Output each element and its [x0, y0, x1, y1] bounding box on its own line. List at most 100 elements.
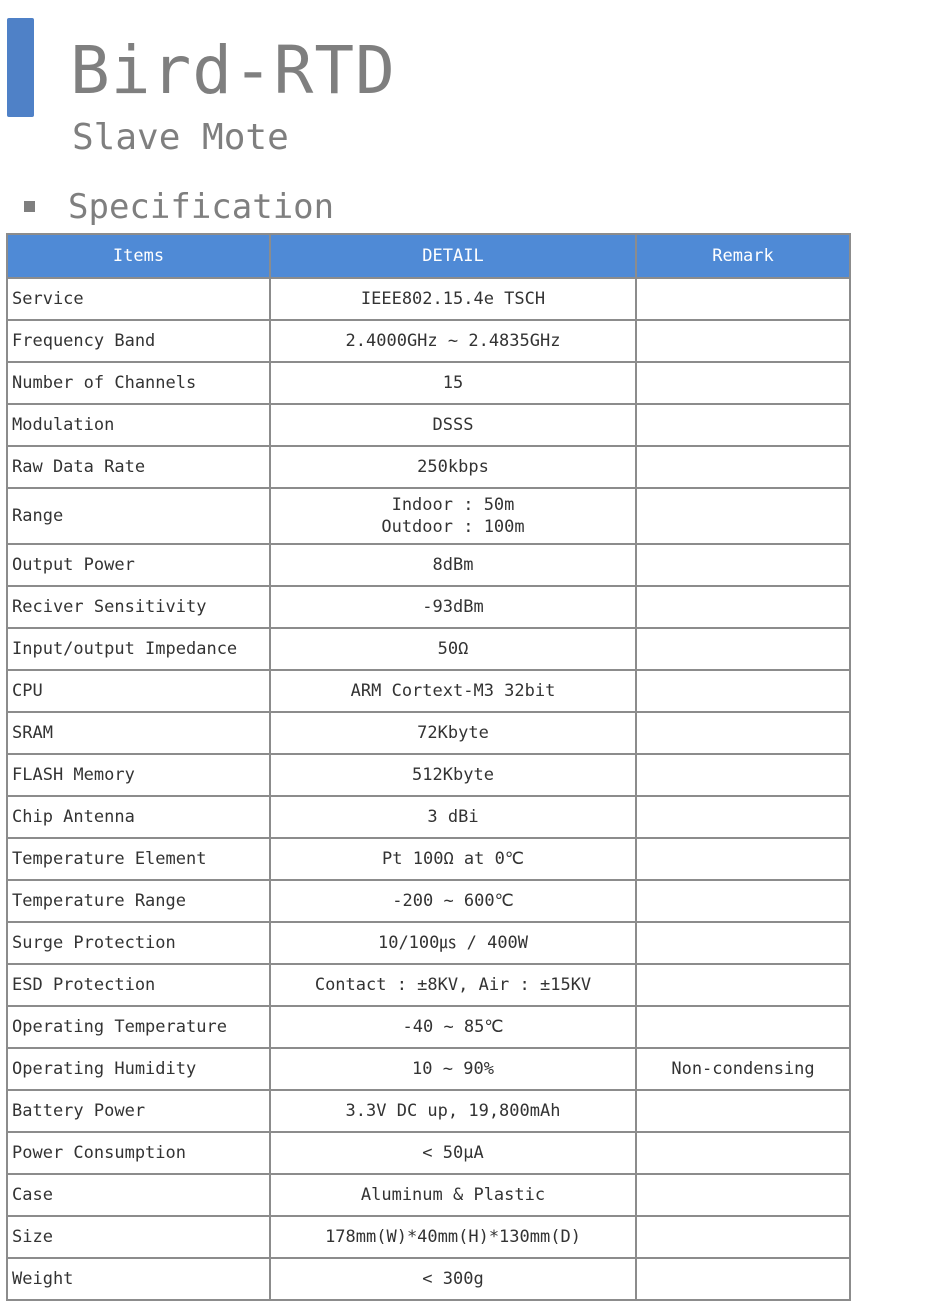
item-cell: Operating Humidity: [6, 1047, 271, 1091]
table-row: Frequency Band 2.4000GHz ~ 2.4835GHz: [6, 319, 851, 363]
page-title: Bird-RTD: [70, 32, 396, 109]
detail-cell: 10 ~ 90%: [269, 1047, 637, 1091]
detail-cell: DSSS: [269, 403, 637, 447]
item-cell: Temperature Range: [6, 879, 271, 923]
table-row: Battery Power 3.3V DC up, 19,800mAh: [6, 1089, 851, 1133]
remark-cell: [635, 487, 851, 545]
section-bullet-icon: [24, 201, 35, 212]
item-cell: Case: [6, 1173, 271, 1217]
item-cell: FLASH Memory: [6, 753, 271, 797]
remark-cell: [635, 753, 851, 797]
remark-cell: [635, 711, 851, 755]
detail-cell: < 300g: [269, 1257, 637, 1301]
remark-cell: Non-condensing: [635, 1047, 851, 1091]
item-cell: Weight: [6, 1257, 271, 1301]
table-row: Number of Channels 15: [6, 361, 851, 405]
item-cell: Battery Power: [6, 1089, 271, 1133]
item-cell: Modulation: [6, 403, 271, 447]
column-header-remark: Remark: [635, 233, 851, 279]
table-row: Weight < 300g: [6, 1257, 851, 1301]
detail-line: Indoor : 50m: [391, 495, 515, 515]
item-cell: Input/output Impedance: [6, 627, 271, 671]
remark-cell: [635, 585, 851, 629]
remark-cell: [635, 1173, 851, 1217]
table-row: Reciver Sensitivity -93dBm: [6, 585, 851, 629]
table-header-row: Items DETAIL Remark: [6, 233, 851, 279]
table-row: FLASH Memory 512Kbyte: [6, 753, 851, 797]
table-row: Operating Temperature -40 ~ 85℃: [6, 1005, 851, 1049]
table-row: Temperature Range -200 ~ 600℃: [6, 879, 851, 923]
item-cell: Number of Channels: [6, 361, 271, 405]
specification-table: Items DETAIL Remark Service IEEE802.15.4…: [6, 233, 851, 1301]
remark-cell: [635, 277, 851, 321]
detail-cell: 512Kbyte: [269, 753, 637, 797]
detail-cell: 3.3V DC up, 19,800mAh: [269, 1089, 637, 1133]
remark-cell: [635, 963, 851, 1007]
remark-cell: [635, 795, 851, 839]
remark-cell: [635, 1089, 851, 1133]
item-cell: Frequency Band: [6, 319, 271, 363]
detail-cell: 8dBm: [269, 543, 637, 587]
detail-cell: Pt 100Ω at 0℃: [269, 837, 637, 881]
detail-cell: -93dBm: [269, 585, 637, 629]
page-subtitle: Slave Mote: [72, 117, 289, 158]
remark-cell: [635, 543, 851, 587]
title-accent-bar: [7, 18, 34, 117]
column-header-items: Items: [6, 233, 271, 279]
remark-cell: [635, 1131, 851, 1175]
remark-cell: [635, 627, 851, 671]
detail-cell: -40 ~ 85℃: [269, 1005, 637, 1049]
table-row: Modulation DSSS: [6, 403, 851, 447]
remark-cell: [635, 879, 851, 923]
item-cell: Surge Protection: [6, 921, 271, 965]
remark-cell: [635, 921, 851, 965]
table-row: CPU ARM Cortext-M3 32bit: [6, 669, 851, 713]
detail-cell: 15: [269, 361, 637, 405]
table-row: Raw Data Rate 250kbps: [6, 445, 851, 489]
table-row: SRAM 72Kbyte: [6, 711, 851, 755]
table-row: Case Aluminum & Plastic: [6, 1173, 851, 1217]
detail-cell: 3 dBi: [269, 795, 637, 839]
detail-cell: 10/100㎲ / 400W: [269, 921, 637, 965]
table-row: Range Indoor : 50m Outdoor : 100m: [6, 487, 851, 545]
table-row: Temperature Element Pt 100Ω at 0℃: [6, 837, 851, 881]
detail-cell: 72Kbyte: [269, 711, 637, 755]
item-cell: Temperature Element: [6, 837, 271, 881]
detail-cell: 2.4000GHz ~ 2.4835GHz: [269, 319, 637, 363]
item-cell: Operating Temperature: [6, 1005, 271, 1049]
detail-cell: Indoor : 50m Outdoor : 100m: [269, 487, 637, 545]
item-cell: ESD Protection: [6, 963, 271, 1007]
section-title: Specification: [68, 187, 335, 227]
detail-line: Outdoor : 100m: [381, 517, 525, 537]
item-cell: SRAM: [6, 711, 271, 755]
remark-cell: [635, 403, 851, 447]
remark-cell: [635, 361, 851, 405]
item-cell: Output Power: [6, 543, 271, 587]
detail-cell: -200 ~ 600℃: [269, 879, 637, 923]
item-cell: Reciver Sensitivity: [6, 585, 271, 629]
table-row: ESD Protection Contact : ±8KV, Air : ±15…: [6, 963, 851, 1007]
item-cell: Chip Antenna: [6, 795, 271, 839]
item-cell: Raw Data Rate: [6, 445, 271, 489]
remark-cell: [635, 669, 851, 713]
detail-cell: 178mm(W)*40mm(H)*130mm(D): [269, 1215, 637, 1259]
remark-cell: [635, 1005, 851, 1049]
detail-cell: < 50μA: [269, 1131, 637, 1175]
item-cell: Power Consumption: [6, 1131, 271, 1175]
table-row: Operating Humidity 10 ~ 90% Non-condensi…: [6, 1047, 851, 1091]
item-cell: Size: [6, 1215, 271, 1259]
remark-cell: [635, 837, 851, 881]
table-row: Size 178mm(W)*40mm(H)*130mm(D): [6, 1215, 851, 1259]
detail-cell: ARM Cortext-M3 32bit: [269, 669, 637, 713]
detail-cell: Contact : ±8KV, Air : ±15KV: [269, 963, 637, 1007]
remark-cell: [635, 319, 851, 363]
remark-cell: [635, 1215, 851, 1259]
column-header-detail: DETAIL: [269, 233, 637, 279]
detail-cell: 250kbps: [269, 445, 637, 489]
remark-cell: [635, 445, 851, 489]
table-row: Output Power 8dBm: [6, 543, 851, 587]
table-row: Chip Antenna 3 dBi: [6, 795, 851, 839]
detail-cell: IEEE802.15.4e TSCH: [269, 277, 637, 321]
detail-cell: Aluminum & Plastic: [269, 1173, 637, 1217]
table-row: Service IEEE802.15.4e TSCH: [6, 277, 851, 321]
